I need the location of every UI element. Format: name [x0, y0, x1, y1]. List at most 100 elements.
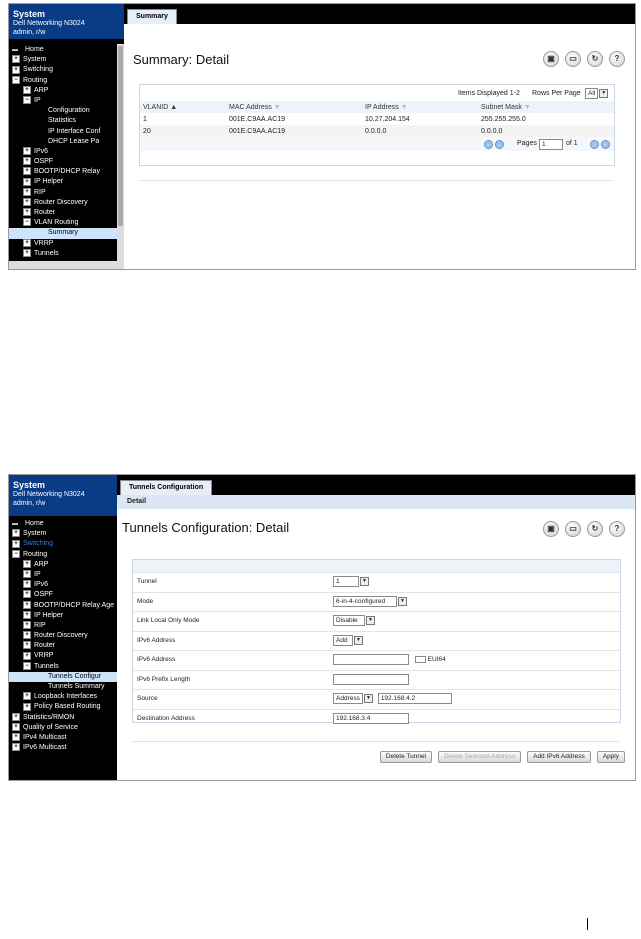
mode-select[interactable]: 6-in-4-configured ▼	[333, 595, 407, 607]
expand-icon[interactable]: +	[23, 177, 31, 186]
expand-icon[interactable]: +	[23, 641, 31, 650]
expand-icon[interactable]: +	[23, 692, 31, 701]
expand-icon[interactable]: +	[23, 157, 31, 166]
nav-item[interactable]: − Routing	[9, 549, 124, 560]
nav-item[interactable]: ▬ Home	[9, 519, 124, 529]
nav-item[interactable]: + Router	[9, 641, 124, 651]
collapse-icon[interactable]: −	[23, 661, 31, 670]
print-icon[interactable]: ▭	[565, 51, 581, 67]
nav-item[interactable]: + Router Discovery	[9, 197, 124, 208]
expand-icon[interactable]: +	[12, 55, 20, 64]
nav-item[interactable]: DHCP Lease Pa	[9, 137, 124, 147]
nav-item[interactable]: + IPv4 Multicast	[9, 733, 124, 743]
expand-icon[interactable]: +	[23, 590, 31, 599]
nav-item[interactable]: + VRRP	[9, 651, 124, 661]
nav-item[interactable]: + ARP	[9, 85, 124, 96]
expand-icon[interactable]: +	[23, 187, 31, 196]
nav-item[interactable]: + BOOTP/DHCP Relay	[9, 167, 124, 177]
column-header-mac[interactable]: MAC Address ▼	[226, 101, 362, 113]
nav-item[interactable]: + System	[9, 55, 124, 65]
nav-item[interactable]: + OSPF	[9, 590, 124, 600]
eui64-checkbox[interactable]	[414, 656, 426, 663]
tab-summary[interactable]: Summary	[127, 9, 177, 24]
nav-item[interactable]: + ARP	[9, 559, 124, 570]
save-icon[interactable]: ▣	[543, 521, 559, 537]
delete-tunnel-button[interactable]: Delete Tunnel	[379, 751, 433, 763]
link-local-select[interactable]: Disable ▼	[333, 615, 375, 626]
column-header-ip[interactable]: IP Address ▼	[362, 101, 478, 113]
prefix-length-input[interactable]	[333, 673, 409, 685]
nav-item[interactable]: Tunnels Summary	[9, 682, 124, 692]
nav-item[interactable]: + VRRP	[9, 238, 124, 249]
nav-item[interactable]: + Tunnels	[9, 248, 124, 259]
refresh-icon[interactable]: ↻	[587, 521, 603, 537]
nav-item[interactable]: + Router Discovery	[9, 631, 124, 641]
expand-icon[interactable]: +	[23, 621, 31, 630]
nav-item[interactable]: + RIP	[9, 187, 124, 198]
nav-item[interactable]: Summary	[9, 228, 124, 239]
expand-icon[interactable]: +	[23, 147, 31, 156]
nav-item[interactable]: + BOOTP/DHCP Relay Age	[9, 600, 124, 611]
add-ipv6-address-button[interactable]: Add IPv6 Address	[527, 751, 591, 763]
prev-page-icon[interactable]: ‹	[495, 140, 504, 149]
expand-icon[interactable]: +	[12, 539, 20, 548]
expand-icon[interactable]: +	[12, 529, 20, 538]
help-icon[interactable]: ?	[609, 51, 625, 67]
subtab-detail[interactable]: Detail	[127, 498, 146, 505]
help-icon[interactable]: ?	[609, 521, 625, 537]
ipv6-address-input[interactable]	[333, 654, 409, 665]
nav-item[interactable]: ▬ Home	[9, 45, 124, 55]
expand-icon[interactable]: +	[23, 208, 31, 217]
expand-icon[interactable]: +	[12, 712, 20, 721]
nav-item[interactable]: − Tunnels	[9, 661, 124, 672]
nav-item[interactable]: + Statistics/RMON	[9, 712, 124, 723]
column-header-subnet[interactable]: Subnet Mask ▼	[478, 101, 614, 113]
source-address-input[interactable]: 192.168.4.2	[377, 693, 452, 704]
expand-icon[interactable]: +	[23, 570, 31, 579]
nav-item[interactable]: + IPv6	[9, 580, 124, 590]
expand-icon[interactable]: +	[23, 580, 31, 589]
first-page-icon[interactable]: «	[484, 140, 493, 149]
nav-item[interactable]: + Quality of Service	[9, 722, 124, 733]
expand-icon[interactable]: +	[23, 248, 31, 257]
table-row[interactable]: 20 001E.C9AA.AC19 0.0.0.0 0.0.0.0	[140, 125, 614, 137]
expand-icon[interactable]: +	[12, 733, 20, 742]
nav-item[interactable]: + IPv6	[9, 147, 124, 157]
nav-item[interactable]: + IP Helper	[9, 177, 124, 187]
expand-icon[interactable]: +	[23, 559, 31, 568]
nav-item[interactable]: − VLAN Routing	[9, 218, 124, 228]
nav-item[interactable]: − IP	[9, 96, 124, 106]
refresh-icon[interactable]: ↻	[587, 51, 603, 67]
collapse-icon[interactable]: −	[23, 218, 31, 227]
expand-icon[interactable]: +	[23, 651, 31, 660]
column-header-vlanid[interactable]: VLANID ▲	[140, 101, 226, 113]
destination-address-input[interactable]: 192.168.3.4	[333, 712, 409, 724]
nav-item[interactable]: + Switching	[9, 539, 124, 549]
expand-icon[interactable]: +	[12, 65, 20, 74]
collapse-icon[interactable]: −	[12, 549, 20, 558]
delete-selected-address-button[interactable]: Delete Selected Address	[437, 751, 522, 763]
expand-icon[interactable]: +	[23, 610, 31, 619]
expand-icon[interactable]: +	[23, 85, 31, 94]
nav-item[interactable]: Statistics	[9, 116, 124, 126]
expand-icon[interactable]: +	[23, 702, 31, 711]
tab-tunnels-configuration[interactable]: Tunnels Configuration	[120, 480, 213, 495]
collapse-icon[interactable]: −	[12, 75, 20, 84]
save-icon[interactable]: ▣	[543, 51, 559, 67]
last-page-icon[interactable]: »	[601, 140, 610, 149]
source-type-select[interactable]: Address ▼	[333, 693, 373, 704]
expand-icon[interactable]: +	[23, 238, 31, 247]
tunnel-select[interactable]: 1 ▼	[333, 576, 369, 587]
nav-item[interactable]: + Switching	[9, 65, 124, 75]
nav-item[interactable]: Configuration	[9, 106, 124, 116]
expand-icon[interactable]: +	[12, 743, 20, 752]
expand-icon[interactable]: +	[23, 631, 31, 640]
nav-item[interactable]: IP Interface Conf	[9, 127, 124, 137]
nav-item[interactable]: − Routing	[9, 75, 124, 86]
expand-icon[interactable]: +	[23, 197, 31, 206]
nav-item[interactable]: + OSPF	[9, 157, 124, 167]
nav-vertical-scrollbar[interactable]	[117, 44, 124, 261]
rows-per-page-select[interactable]: All ▼	[585, 88, 609, 99]
nav-item[interactable]: + Policy Based Routing	[9, 702, 124, 712]
nav-item[interactable]: + Router	[9, 208, 124, 218]
